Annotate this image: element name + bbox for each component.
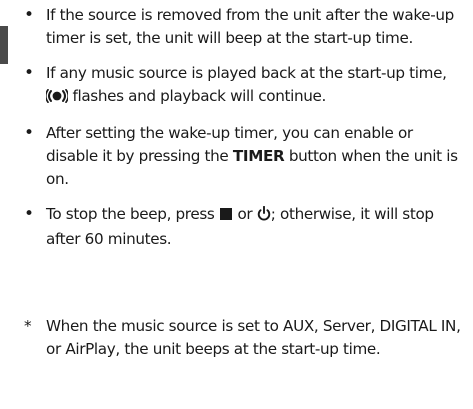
timer-button-label: TIMER	[232, 147, 285, 165]
margin-tab-marker	[0, 26, 8, 64]
bullet-icon: •	[24, 63, 34, 83]
bullet-icon: •	[24, 123, 34, 143]
bullet-icon: •	[24, 5, 34, 25]
note-enable-disable-timer: • After setting the wake-up timer, you c…	[24, 122, 467, 191]
note-text-after: flashes and playback will continue.	[72, 87, 326, 105]
power-icon	[257, 205, 271, 228]
footnote-text: When the music source is set to AUX, Ser…	[46, 317, 461, 358]
notes-list: • If the source is removed from the unit…	[24, 4, 467, 263]
note-source-removed: • If the source is removed from the unit…	[24, 4, 467, 50]
note-stop-beep: • To stop the beep, press or ; otherwise…	[24, 203, 467, 251]
note-music-playback: • If any music source is played back at …	[24, 62, 467, 110]
note-text-before: If any music source is played back at th…	[46, 64, 447, 82]
footnote-marker: *	[24, 317, 32, 335]
radio-waves-icon	[44, 87, 70, 110]
bullet-icon: •	[24, 204, 34, 224]
footnote: * When the music source is set to AUX, S…	[24, 315, 467, 361]
stop-square-icon	[219, 205, 233, 228]
note-text-before: To stop the beep, press	[46, 205, 219, 223]
note-text: If the source is removed from the unit a…	[46, 6, 454, 47]
note-text-middle: or	[237, 205, 257, 223]
